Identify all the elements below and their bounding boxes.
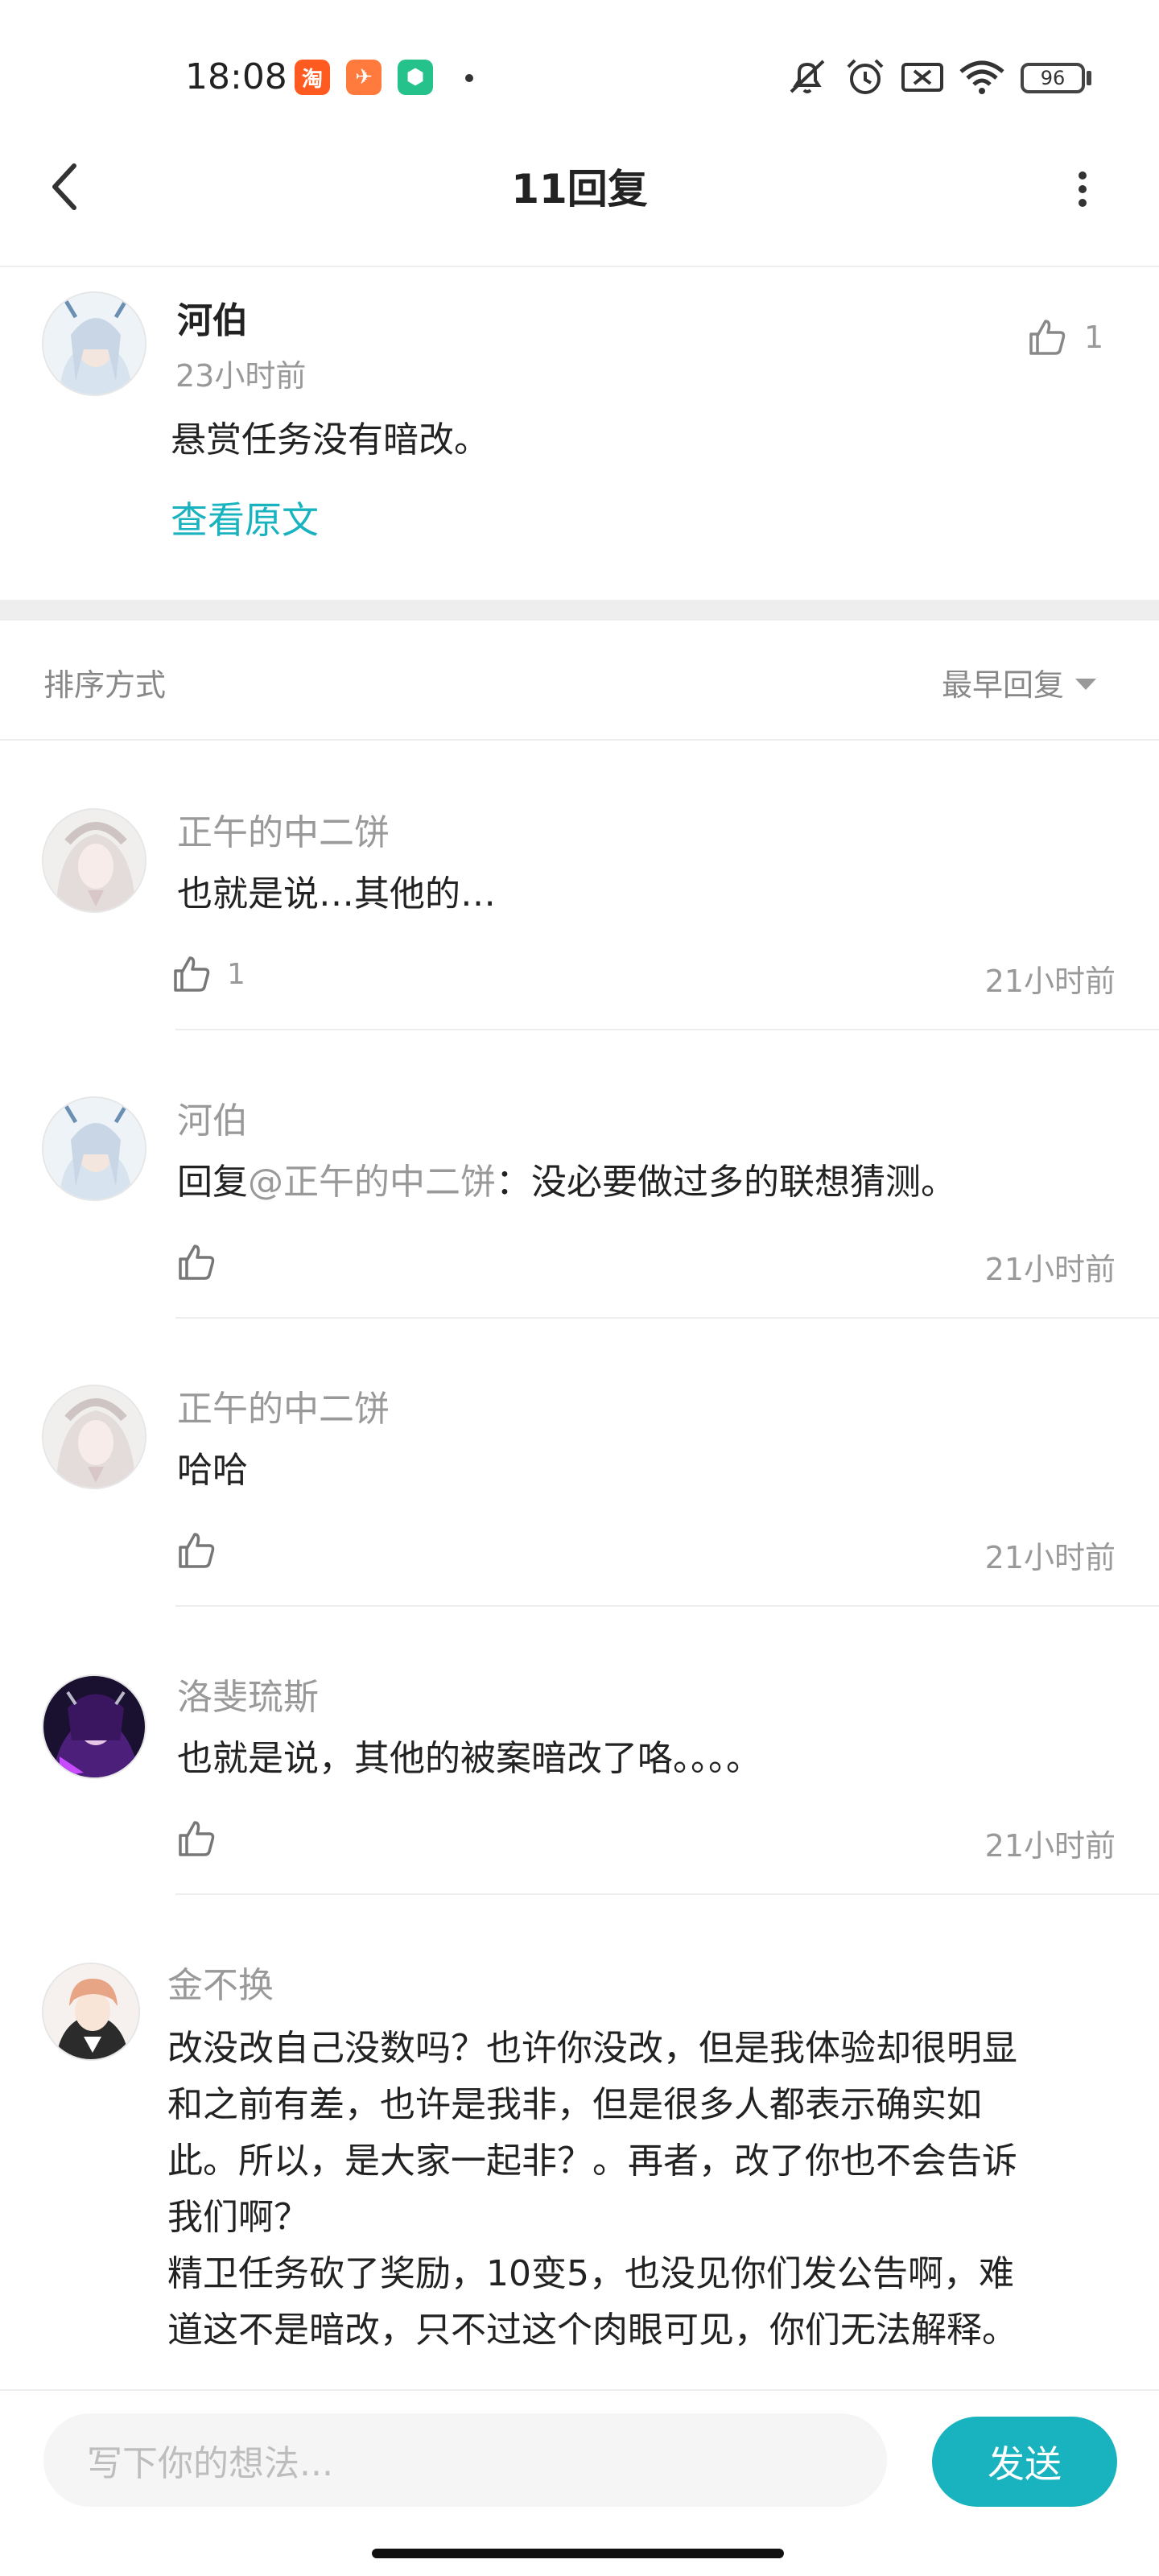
reply-time: 21小时前 — [984, 1252, 1116, 1287]
reply-time: 21小时前 — [984, 1540, 1116, 1575]
section-separator — [0, 600, 1159, 621]
thumbs-up-icon — [179, 1533, 215, 1568]
wifi-icon — [958, 58, 1006, 97]
avatar[interactable] — [42, 1385, 146, 1489]
avatar[interactable] — [42, 1096, 146, 1201]
sort-value: 最早回复 — [942, 667, 1065, 703]
reply-like-count: 1 — [227, 957, 245, 991]
thumbs-up-icon — [179, 1821, 215, 1856]
reply-time: 21小时前 — [984, 964, 1116, 999]
reply-content: 也就是说…其他的… — [177, 873, 496, 914]
composer-divider — [0, 2389, 1159, 2391]
reply-like-button[interactable] — [175, 1241, 217, 1283]
alarm-icon — [843, 58, 887, 97]
page-title: 11回复 — [511, 166, 648, 213]
header-divider — [0, 266, 1159, 267]
sort-label: 排序方式 — [43, 667, 167, 703]
reply-content: 也就是说，其他的被案暗改了咯。。。。 — [177, 1738, 761, 1779]
post-like-button[interactable]: 1 — [1026, 316, 1103, 358]
battery-tip — [1087, 71, 1091, 85]
send-button[interactable]: 发送 — [932, 2417, 1117, 2507]
reply-author[interactable]: 金不换 — [167, 1956, 274, 2008]
bell-off-icon — [785, 58, 830, 97]
reply-like-button[interactable] — [175, 1818, 217, 1860]
avatar[interactable] — [42, 1674, 146, 1779]
status-time: 18:08 — [185, 56, 287, 97]
post-content: 悬赏任务没有暗改。 — [171, 419, 489, 460]
reply-divider — [175, 1605, 1159, 1607]
avatar[interactable] — [42, 1963, 140, 2061]
thumbs-up-icon — [174, 956, 210, 992]
thumbs-up-icon — [1029, 320, 1066, 355]
bird-app-icon: ✈ — [346, 60, 382, 95]
caret-down-icon — [1075, 678, 1097, 690]
more-vertical-icon[interactable] — [1062, 165, 1103, 213]
reply-author[interactable]: 正午的中二饼 — [177, 803, 390, 855]
reply-divider — [175, 1893, 1159, 1895]
avatar[interactable] — [42, 291, 146, 396]
notification-dot-icon — [465, 74, 473, 82]
reply-body: ：没必要做过多的联想猜测。 — [496, 1162, 956, 1203]
reply-author[interactable]: 洛斐琉斯 — [177, 1668, 319, 1719]
mention-link[interactable]: @正午的中二饼 — [248, 1162, 496, 1203]
reply-time: 21小时前 — [984, 1828, 1116, 1864]
view-original-link[interactable]: 查看原文 — [171, 491, 319, 544]
reply-content: 回复@正午的中二饼：没必要做过多的联想猜测。 — [177, 1154, 956, 1211]
comment-input[interactable]: 写下你的想法... — [43, 2413, 887, 2507]
reply-author[interactable]: 河伯 — [177, 1092, 248, 1143]
reply-like-button[interactable]: 1 — [171, 953, 245, 995]
reply-content: 改没改自己没数吗？也许你没改，但是我体验却很明显 和之前有差，也许是我非，但是很… — [167, 2028, 1017, 2351]
reply-prefix: 回复 — [177, 1162, 248, 1203]
avatar[interactable] — [42, 808, 146, 913]
reply-divider — [175, 1029, 1159, 1030]
sort-dropdown[interactable]: 最早回复 — [942, 660, 1097, 704]
reply-like-button[interactable] — [175, 1530, 217, 1571]
home-indicator[interactable] — [372, 2549, 784, 2558]
reply-divider — [175, 1317, 1159, 1319]
thumbs-up-icon — [179, 1245, 215, 1280]
reply-content: 哈哈 — [177, 1450, 248, 1491]
post-author[interactable]: 河伯 — [177, 291, 248, 343]
post-like-count: 1 — [1084, 320, 1104, 355]
post-time: 23小时前 — [175, 358, 307, 394]
signal-off-icon — [900, 58, 945, 97]
reply-author[interactable]: 正午的中二饼 — [177, 1380, 390, 1431]
sort-divider — [0, 739, 1159, 741]
shield-app-icon: ⬢ — [398, 60, 433, 95]
battery-icon: 96 — [1021, 63, 1085, 93]
taobao-app-icon: 淘 — [295, 60, 330, 95]
